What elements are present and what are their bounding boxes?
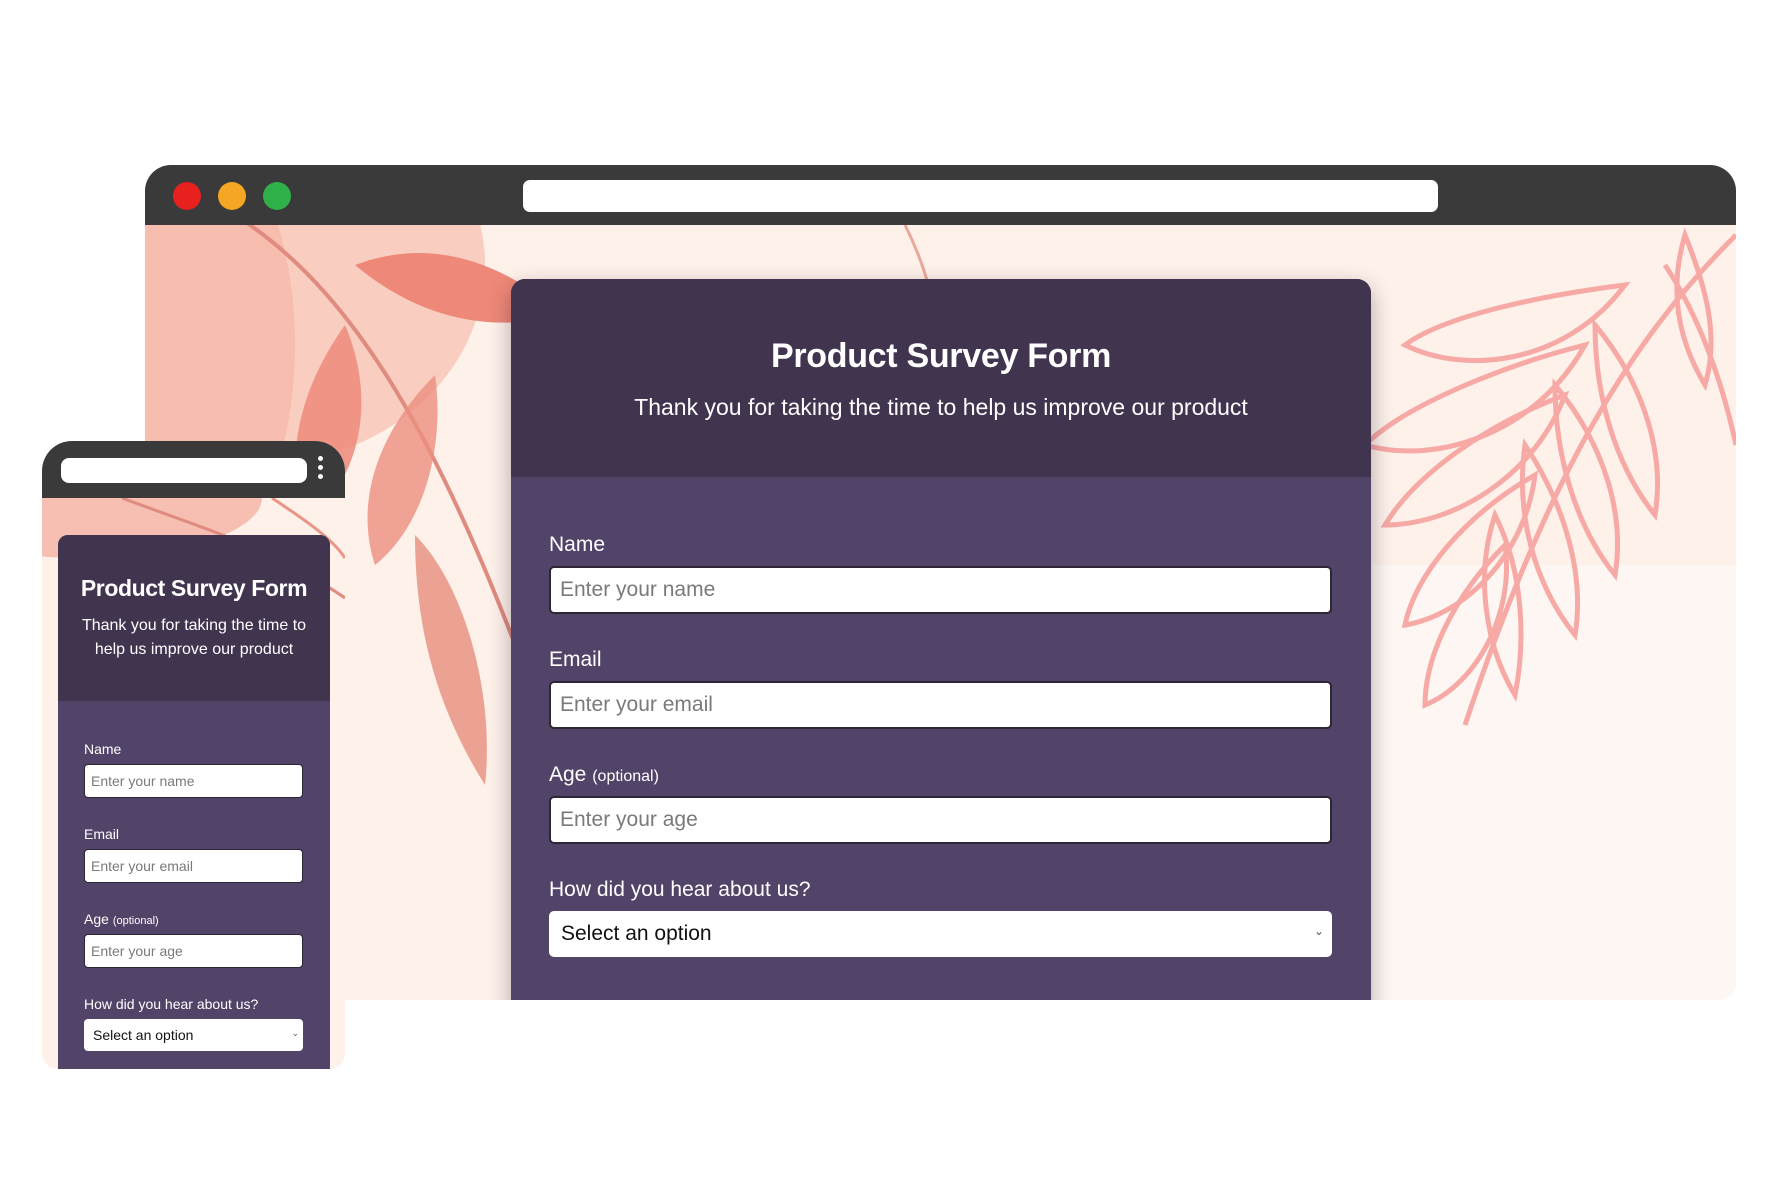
mobile-referral-label: How did you hear about us? — [84, 996, 259, 1012]
mobile-form-subtitle: Thank you for taking the time to help us… — [81, 617, 307, 658]
age-field-group: Age (optional) — [549, 763, 1333, 844]
name-input[interactable] — [549, 566, 1332, 614]
mobile-name-input[interactable] — [84, 764, 303, 798]
close-window-button[interactable] — [173, 182, 201, 210]
age-input[interactable] — [549, 796, 1332, 844]
mobile-age-label: Age (optional) — [84, 911, 159, 927]
address-bar[interactable] — [523, 180, 1438, 212]
mobile-survey-form-card: Product Survey Form Thank you for taking… — [58, 535, 330, 1069]
mobile-address-bar[interactable] — [61, 458, 307, 483]
optional-hint: (optional) — [592, 768, 659, 785]
form-body: Name Email Age (optional) How did you he… — [511, 477, 1371, 957]
chevron-down-icon: ⌄ — [291, 1028, 299, 1038]
kebab-menu-icon[interactable] — [318, 456, 326, 483]
name-label: Name — [549, 533, 606, 556]
mobile-form-title: Product Survey Form — [80, 575, 308, 601]
mobile-email-field-group: Email — [84, 826, 304, 883]
referral-field-group: How did you hear about us? Select an opt… — [549, 878, 1333, 957]
chevron-down-icon: ⌄ — [1313, 924, 1324, 938]
browser-viewport: Product Survey Form Thank you for taking… — [145, 225, 1736, 1000]
mobile-email-input[interactable] — [84, 849, 303, 883]
mobile-viewport: Product Survey Form Thank you for taking… — [42, 498, 345, 1069]
email-label: Email — [549, 648, 602, 671]
email-field-group: Email — [549, 648, 1333, 729]
mobile-browser-bar — [42, 441, 345, 498]
mobile-referral-field-group: How did you hear about us? Select an opt… — [84, 996, 304, 1051]
mobile-referral-select[interactable]: Select an option ⌄ — [84, 1019, 303, 1051]
browser-title-bar — [145, 165, 1736, 225]
mobile-name-field-group: Name — [84, 741, 304, 798]
email-input[interactable] — [549, 681, 1332, 729]
mobile-browser-mockup: Product Survey Form Thank you for taking… — [42, 441, 345, 1069]
name-field-group: Name — [549, 533, 1333, 614]
referral-label: How did you hear about us? — [549, 878, 811, 901]
mobile-form-header: Product Survey Form Thank you for taking… — [58, 535, 330, 701]
form-title: Product Survey Form — [770, 337, 1112, 375]
mobile-form-body: Name Email Age (optional) How did you he… — [58, 701, 330, 1051]
age-label: Age (optional) — [549, 763, 659, 786]
referral-selected-value: Select an option — [561, 922, 712, 945]
form-header: Product Survey Form Thank you for taking… — [511, 279, 1371, 477]
mobile-age-field-group: Age (optional) — [84, 911, 304, 968]
mobile-optional-hint: (optional) — [112, 915, 159, 927]
desktop-browser-mockup: Product Survey Form Thank you for taking… — [145, 165, 1736, 1000]
minimize-window-button[interactable] — [218, 182, 246, 210]
survey-form-card: Product Survey Form Thank you for taking… — [511, 279, 1371, 1000]
mobile-referral-selected-value: Select an option — [93, 1027, 194, 1043]
mobile-email-label: Email — [84, 826, 120, 842]
form-subtitle: Thank you for taking the time to help us… — [634, 394, 1248, 420]
mobile-age-input[interactable] — [84, 934, 303, 968]
mobile-name-label: Name — [84, 741, 122, 757]
referral-select[interactable]: Select an option ⌄ — [549, 911, 1332, 957]
maximize-window-button[interactable] — [263, 182, 291, 210]
